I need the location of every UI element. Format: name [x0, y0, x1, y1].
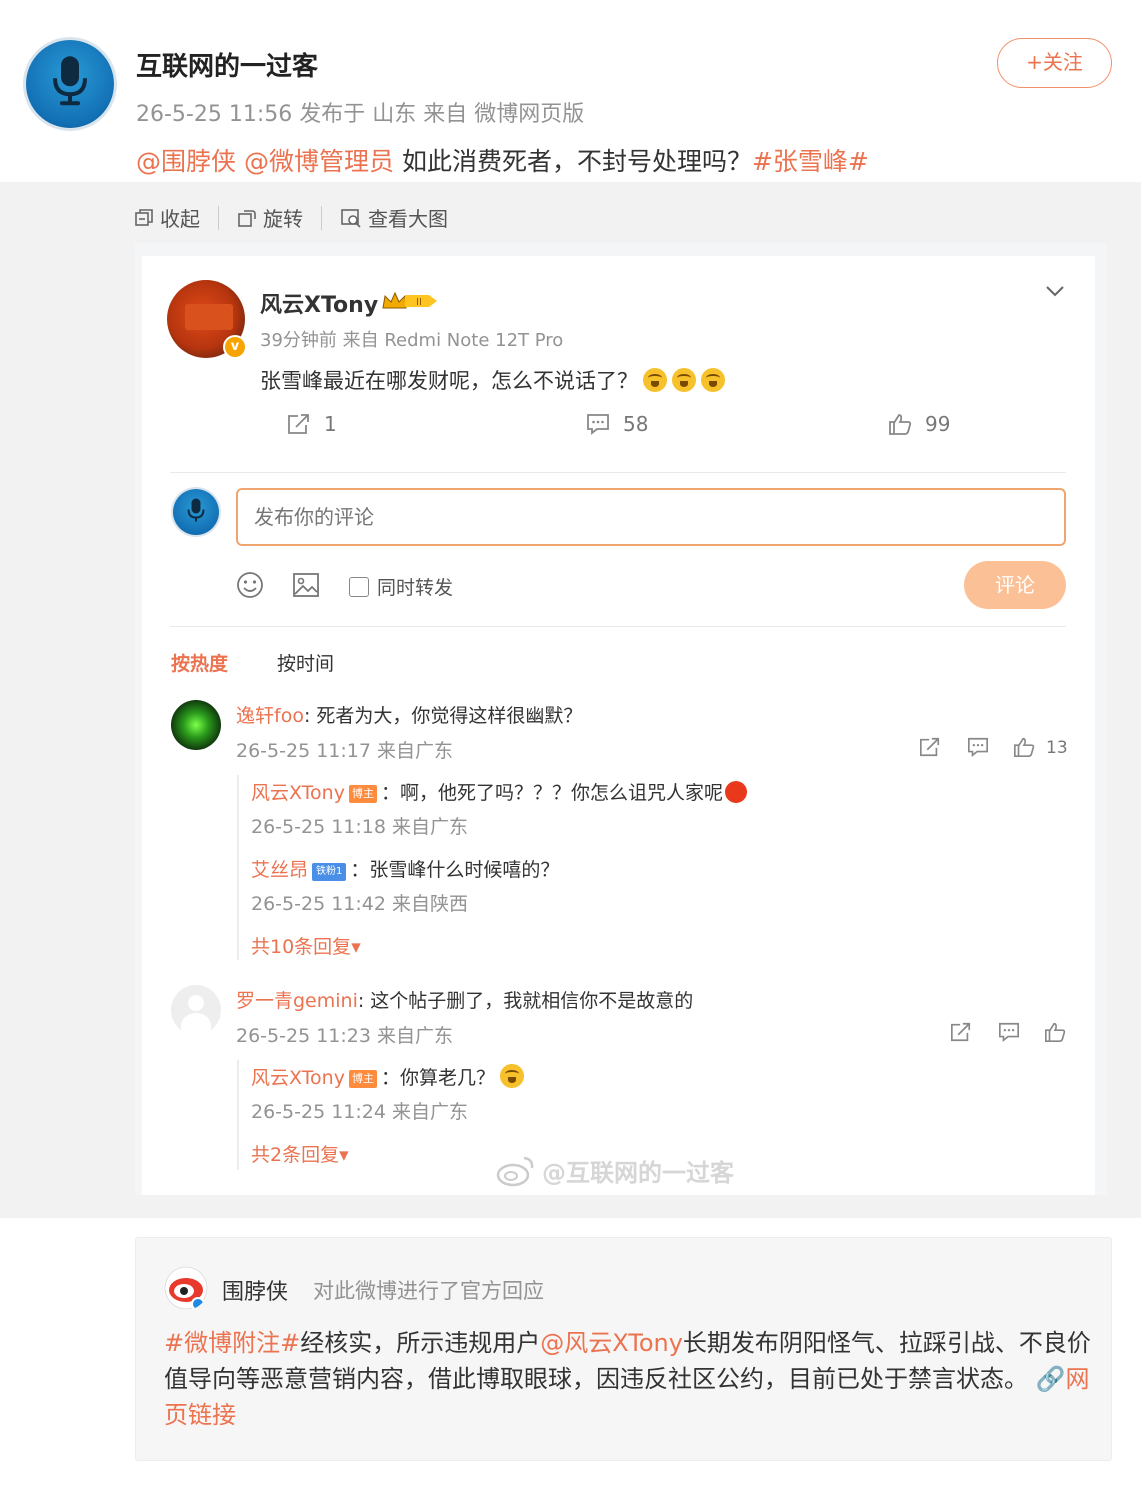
mention-link[interactable]: @风云XTony — [540, 1329, 683, 1357]
comment-count: 58 — [585, 412, 648, 436]
caret-down-icon: ▾ — [339, 1144, 349, 1166]
toolbar-divider — [321, 205, 322, 230]
emoji-icon[interactable] — [235, 570, 265, 600]
post-text: @围脖侠 @微博管理员 如此消费死者，不封号处理吗？#张雪峰# — [136, 142, 869, 178]
topic-link[interactable]: #微博附注# — [164, 1329, 300, 1357]
toolbar-divider — [218, 205, 219, 230]
microphone-icon — [187, 498, 205, 522]
screenshot-meta: 39分钟前 来自 Redmi Note 12T Pro — [260, 330, 564, 351]
viewer-avatar — [173, 489, 219, 535]
watermark: @互联网的一过客 — [496, 1153, 734, 1188]
screenshot-author: 风云XTony — [260, 293, 379, 318]
sort-by-time-tab[interactable]: 按时间 — [277, 649, 334, 676]
crying-emoji-icon — [643, 368, 667, 392]
caret-down-icon: ▾ — [351, 936, 361, 958]
divider — [170, 626, 1066, 627]
commenter-avatar — [171, 985, 221, 1035]
zoom-image-icon — [341, 208, 361, 228]
mention-link[interactable]: @微博管理员 — [244, 147, 394, 176]
comment-icon — [968, 737, 988, 757]
comment-icon — [587, 414, 609, 435]
more-replies-link[interactable]: 共2条回复▾ — [251, 1140, 349, 1167]
share-icon — [288, 414, 309, 434]
comment-icon — [999, 1022, 1019, 1042]
repost-checkbox[interactable]: 同时转发 — [349, 573, 453, 600]
author-name[interactable]: 互联网的一过客 — [136, 46, 318, 83]
collapse-button[interactable]: 收起 — [134, 203, 200, 232]
checkbox-box[interactable] — [349, 576, 369, 597]
mention-link[interactable]: @围脖侠 — [136, 147, 236, 176]
reply-text: 艾丝昂 铁粉1 ：张雪峰什么时候嘻的？ — [251, 859, 560, 881]
sort-by-hot-tab[interactable]: 按热度 — [171, 649, 228, 676]
author-avatar[interactable] — [26, 40, 114, 128]
divider — [170, 472, 1066, 473]
share-icon — [920, 737, 940, 757]
collapse-icon — [135, 208, 153, 226]
rotate-button[interactable]: 旋转 — [237, 203, 303, 232]
weiboxia-logo-icon — [164, 1266, 208, 1310]
official-avatar[interactable] — [164, 1266, 208, 1310]
reply-meta: 26-5-25 11:18 来自广东 — [251, 816, 468, 838]
post-body: 如此消费死者，不封号处理吗？ — [401, 147, 752, 176]
crying-emoji-icon — [701, 368, 725, 392]
post-meta: 26-5-25 11:56 发布于 山东 来自 微博网页版 — [136, 102, 585, 127]
microphone-icon — [53, 56, 87, 106]
official-name[interactable]: 围脖侠 — [222, 1274, 288, 1306]
angry-emoji-icon — [725, 781, 747, 803]
thumbs-up-icon — [1014, 737, 1035, 757]
like-count: 99 — [887, 412, 950, 436]
image-upload-icon[interactable] — [291, 570, 321, 600]
crying-emoji-icon — [672, 368, 696, 392]
link-icon: 🔗 — [1035, 1365, 1066, 1393]
share-icon — [951, 1022, 971, 1042]
reply-thread-bar — [237, 775, 239, 960]
chevron-down-icon — [1046, 286, 1064, 297]
screenshot-text: 张雪峰最近在哪发财呢，怎么不说话了？ — [260, 365, 725, 395]
thumbs-up-icon — [889, 414, 912, 435]
reply-thread-bar — [237, 1060, 239, 1170]
reply-text: 风云XTony 博主 ：啊，他死了吗？？？你怎么诅咒人家呢 — [251, 778, 747, 805]
repost-count: 1 — [286, 412, 337, 436]
crying-emoji-icon — [500, 1064, 524, 1088]
thumbs-up-icon — [1045, 1022, 1066, 1042]
more-replies-link[interactable]: 共10条回复▾ — [251, 932, 361, 959]
reply-meta: 26-5-25 11:42 来自陕西 — [251, 893, 468, 915]
comment-meta: 26-5-25 11:23 来自广东 — [236, 1025, 453, 1047]
weibo-logo-icon — [496, 1156, 534, 1186]
comment-text: 逸轩foo: 死者为大，你觉得这样很幽默？ — [236, 705, 583, 727]
svg-text:II: II — [416, 297, 422, 308]
official-text: #微博附注#经核实，所示违规用户@风云XTony长期发布阴阳怪气、拉踩引战、不良… — [164, 1329, 1091, 1429]
rotate-icon — [238, 209, 256, 227]
commenter-avatar — [171, 700, 221, 750]
official-desc: 对此微博进行了官方回应 — [313, 1279, 544, 1303]
verified-badge-icon: v — [223, 335, 247, 359]
topic-link[interactable]: #张雪峰# — [752, 147, 869, 176]
reply-text: 风云XTony 博主 ：你算老几？ — [251, 1063, 524, 1090]
submit-comment-button[interactable]: 评论 — [964, 561, 1066, 609]
vip-crown-icon: II — [382, 291, 437, 309]
reply-meta: 26-5-25 11:24 来自广东 — [251, 1101, 468, 1123]
image-toolbar: 收起 旋转 查看大图 — [134, 203, 448, 232]
comment-input[interactable] — [236, 488, 1066, 546]
view-large-button[interactable]: 查看大图 — [340, 203, 448, 232]
follow-button[interactable]: +关注 — [997, 38, 1112, 88]
comment-like-count: 13 — [1046, 738, 1068, 758]
comment-text: 罗一青gemini: 这个帖子删了，我就相信你不是故意的 — [236, 990, 694, 1012]
comment-meta: 26-5-25 11:17 来自广东 — [236, 740, 453, 762]
